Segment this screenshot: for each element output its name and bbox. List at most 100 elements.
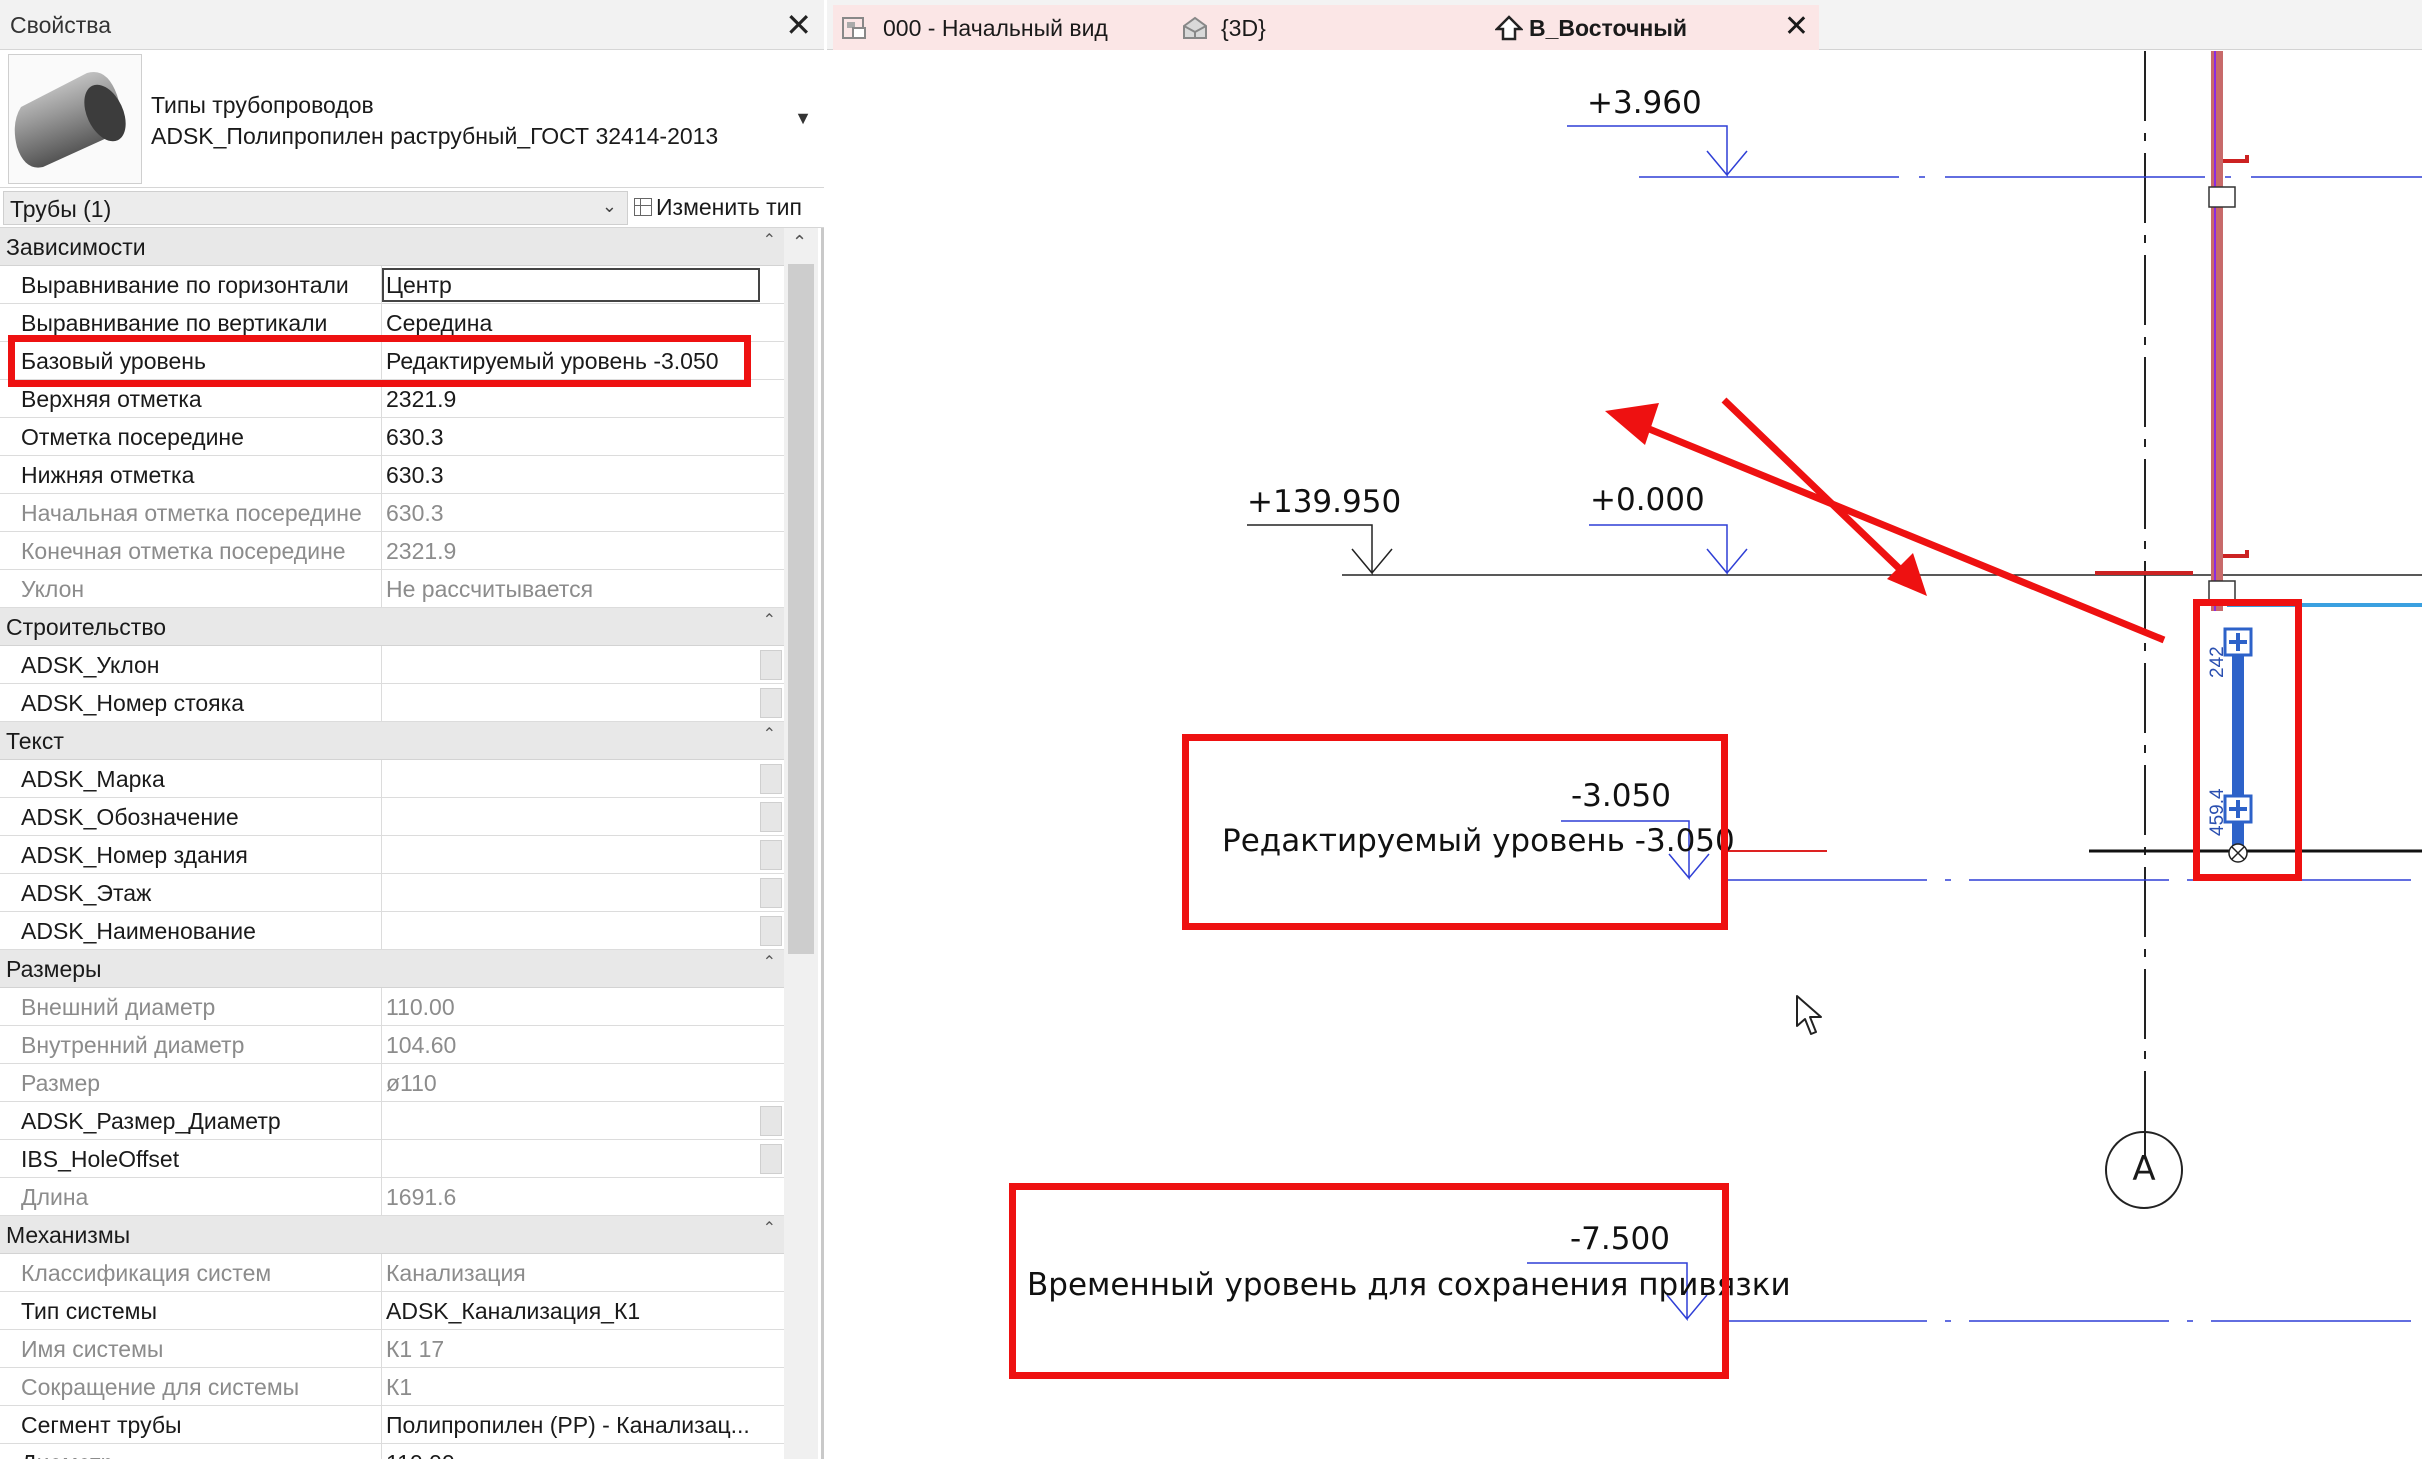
property-row[interactable]: Сегмент трубы Полипропилен (PP) - Канализ… [0,1406,784,1444]
row-edit-button[interactable] [760,764,782,794]
collapse-icon[interactable]: ⌃ [763,230,776,250]
property-value[interactable]: Середина [386,310,758,337]
element-filter-dropdown[interactable]: Трубы (1) ⌄ [3,191,628,225]
tab-east-elevation-label: В_Восточный [1529,15,1688,41]
property-value: 110.00 [386,994,455,1020]
column-divider [381,1406,382,1443]
property-value[interactable]: ADSK_Канализация_К1 [386,1298,758,1325]
row-edit-button[interactable] [760,1106,782,1136]
property-row[interactable]: Тип системы ADSK_Канализация_К1 [0,1292,784,1330]
property-name: Классификация систем [21,1260,272,1286]
property-row[interactable]: IBS_HoleOffset [0,1140,784,1178]
property-row[interactable]: ADSK_Наименование [0,912,784,950]
column-divider [381,1026,382,1063]
scrollbar-thumb[interactable] [788,264,814,954]
property-row[interactable]: Отметка посередине 630.3 [0,418,784,456]
column-divider [381,1178,382,1215]
property-row: Сокращение для системы К1 [0,1368,784,1406]
category-header[interactable]: Текст ⌃ [0,722,784,760]
property-row[interactable]: ADSK_Размер_Диаметр [0,1102,784,1140]
category-header[interactable]: Механизмы ⌃ [0,1216,784,1254]
collapse-icon[interactable]: ⌃ [763,610,776,630]
type-selector[interactable]: Типы трубопроводов ADSK_Полипропилен рас… [0,50,824,188]
property-row[interactable]: ADSK_Этаж [0,874,784,912]
row-edit-button[interactable] [760,916,782,946]
tab-start-view[interactable]: 000 - Начальный вид [833,5,1173,50]
property-row[interactable]: Диаметр 110.00 [0,1444,784,1459]
property-name: ADSK_Этаж [21,880,152,906]
row-edit-button[interactable] [760,688,782,718]
property-value: 104.60 [386,1032,457,1058]
riser-pipe [2211,51,2223,611]
tab-3d-label: {3D} [1221,15,1266,41]
chevron-down-icon[interactable]: ▼ [794,108,812,129]
property-name: Размер [21,1070,101,1096]
column-divider [381,988,382,1025]
row-edit-button[interactable] [760,802,782,832]
properties-scrollbar[interactable]: ⌃ [784,228,818,1459]
property-row: Классификация систем Канализация [0,1254,784,1292]
scroll-up-icon[interactable]: ⌃ [792,232,807,253]
category-label: Строительство [6,614,167,640]
property-row[interactable]: ADSK_Марка [0,760,784,798]
category-header[interactable]: Размеры ⌃ [0,950,784,988]
collapse-icon[interactable]: ⌃ [763,952,776,972]
drawing-view: 000 - Начальный вид {3D} В_Восточный ✕ +… [827,0,2422,1459]
property-value[interactable]: 2321.9 [386,386,758,413]
property-row[interactable]: ADSK_Номер здания [0,836,784,874]
close-icon[interactable]: ✕ [1784,9,1809,44]
elevation-canvas[interactable]: +3.960 +139.950 +0.000 -3.050 Редактируе… [827,51,2422,1459]
column-divider [381,646,382,683]
property-name: Нижняя отметка [21,462,195,488]
property-row[interactable]: ADSK_Уклон [0,646,784,684]
collapse-icon[interactable]: ⌃ [763,724,776,744]
property-row[interactable]: ADSK_Обозначение [0,798,784,836]
row-edit-button[interactable] [760,840,782,870]
property-value[interactable]: Полипропилен (PP) - Канализац... [386,1412,758,1439]
collapse-icon[interactable]: ⌃ [763,1218,776,1238]
tab-start-view-label: 000 - Начальный вид [883,15,1108,41]
category-header[interactable]: Строительство ⌃ [0,608,784,646]
row-edit-button[interactable] [760,1144,782,1174]
property-row: Внутренний диаметр 104.60 [0,1026,784,1064]
property-value: К1 17 [386,1336,445,1362]
filter-row: Трубы (1) ⌄ Изменить тип [0,188,824,228]
property-value[interactable]: 110.00 [386,1450,758,1459]
property-name: Тип системы [21,1298,157,1324]
close-icon[interactable]: ✕ [785,6,812,44]
type-family: Типы трубопроводов [151,92,374,118]
property-value: 630.3 [386,500,444,526]
property-row[interactable]: Нижняя отметка 630.3 [0,456,784,494]
column-divider [381,456,382,493]
row-edit-button[interactable] [760,650,782,680]
property-name: ADSK_Марка [21,766,165,792]
property-name: Внутренний диаметр [21,1032,245,1058]
grid-bubble[interactable]: А [2105,1131,2183,1209]
property-row: Длина 1691.6 [0,1178,784,1216]
property-value[interactable]: Центр [386,272,758,299]
property-name: Конечная отметка посередине [21,538,346,564]
property-name: Уклон [21,576,85,602]
level-head-top [1567,125,1748,178]
property-name: ADSK_Обозначение [21,804,239,830]
column-divider [381,1254,382,1291]
property-row[interactable]: Выравнивание по горизонтали Центр [0,266,784,304]
property-value[interactable]: 630.3 [386,462,758,489]
tab-east-elevation[interactable]: В_Восточный ✕ [1487,5,1819,50]
category-label: Текст [6,728,64,754]
property-row[interactable]: ADSK_Номер стояка [0,684,784,722]
tab-3d[interactable]: {3D} [1173,5,1487,50]
grid-bubble-label: А [2132,1149,2156,1189]
property-name: Отметка посередине [21,424,244,450]
highlight-box-pipe [2193,599,2302,881]
property-name: ADSK_Номер стояка [21,690,244,716]
property-name: ADSK_Номер здания [21,842,248,868]
property-value[interactable]: 630.3 [386,424,758,451]
edit-type-button[interactable]: Изменить тип [634,194,802,221]
row-edit-button[interactable] [760,878,782,908]
column-divider [381,874,382,911]
category-header[interactable]: Зависимости ⌃ [0,228,784,266]
level-label-zero: +0.000 [1590,482,1705,518]
category-label: Зависимости [6,234,146,260]
column-divider [381,684,382,721]
